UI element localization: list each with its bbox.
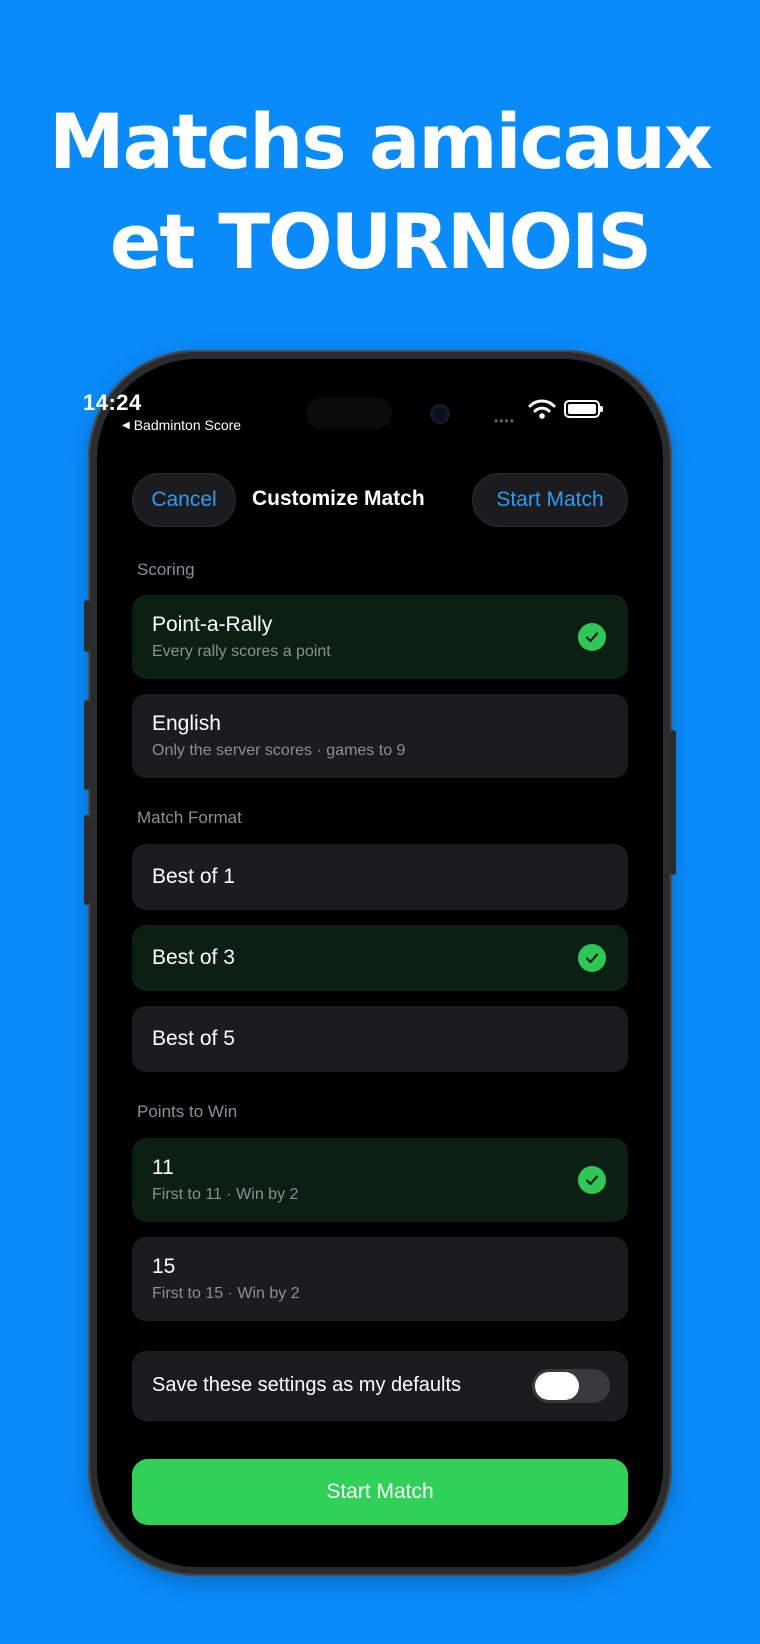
volume-down-button xyxy=(84,815,90,905)
battery-icon xyxy=(564,400,603,418)
start-match-nav-button[interactable]: Start Match xyxy=(472,473,628,527)
checkmark-icon xyxy=(578,1166,606,1194)
dynamic-island xyxy=(306,397,392,429)
option-subtitle: Only the server scores · games to 9 xyxy=(152,742,406,759)
points-option-11[interactable]: 11 First to 11 · Win by 2 xyxy=(132,1138,628,1222)
checkmark-icon xyxy=(578,944,606,972)
option-title: Best of 5 xyxy=(152,1027,235,1050)
option-title: Best of 1 xyxy=(152,865,235,888)
volume-up-button xyxy=(84,700,90,790)
points-option-15[interactable]: 15 First to 15 · Win by 2 xyxy=(132,1237,628,1321)
headline-line-2: et TOURNOIS xyxy=(109,197,652,286)
cellular-signal-icon: •••• xyxy=(494,414,515,428)
headline-line-1: Matchs amicaux xyxy=(48,97,713,186)
headline: Matchs amicaux et TOURNOIS xyxy=(0,92,760,292)
power-button xyxy=(670,730,676,875)
option-title: English xyxy=(152,712,221,735)
save-defaults-toggle[interactable] xyxy=(532,1369,610,1403)
back-to-app[interactable]: ◀ Badminton Score xyxy=(122,417,241,433)
start-match-button[interactable]: Start Match xyxy=(132,1459,628,1525)
status-time: 14:24 xyxy=(83,390,142,415)
page-title: Customize Match xyxy=(252,487,425,510)
scoring-option-english[interactable]: English Only the server scores · games t… xyxy=(132,694,628,778)
scoring-option-point-a-rally[interactable]: Point-a-Rally Every rally scores a point xyxy=(132,595,628,679)
back-app-label: Badminton Score xyxy=(133,417,242,433)
wifi-icon xyxy=(528,399,556,419)
back-triangle-icon: ◀ xyxy=(122,419,130,431)
scoring-section-label: Scoring xyxy=(137,560,195,579)
option-subtitle: First to 11 · Win by 2 xyxy=(152,1186,299,1203)
points-to-win-section-label: Points to Win xyxy=(137,1102,238,1121)
save-defaults-row: Save these settings as my defaults xyxy=(132,1351,628,1421)
match-format-section-label: Match Format xyxy=(137,808,242,827)
option-title: Best of 3 xyxy=(152,946,235,969)
format-option-best-of-3[interactable]: Best of 3 xyxy=(132,925,628,991)
option-subtitle: Every rally scores a point xyxy=(152,643,331,660)
front-camera xyxy=(430,404,450,424)
option-title: 11 xyxy=(152,1156,174,1179)
option-title: 15 xyxy=(152,1255,176,1278)
save-defaults-label: Save these settings as my defaults xyxy=(152,1374,462,1396)
option-title: Point-a-Rally xyxy=(152,613,273,636)
toggle-knob xyxy=(535,1372,579,1400)
format-option-best-of-5[interactable]: Best of 5 xyxy=(132,1006,628,1072)
format-option-best-of-1[interactable]: Best of 1 xyxy=(132,844,628,910)
checkmark-icon xyxy=(578,623,606,651)
mute-switch xyxy=(84,600,90,652)
option-subtitle: First to 15 · Win by 2 xyxy=(152,1285,300,1302)
cancel-button[interactable]: Cancel xyxy=(132,473,236,527)
